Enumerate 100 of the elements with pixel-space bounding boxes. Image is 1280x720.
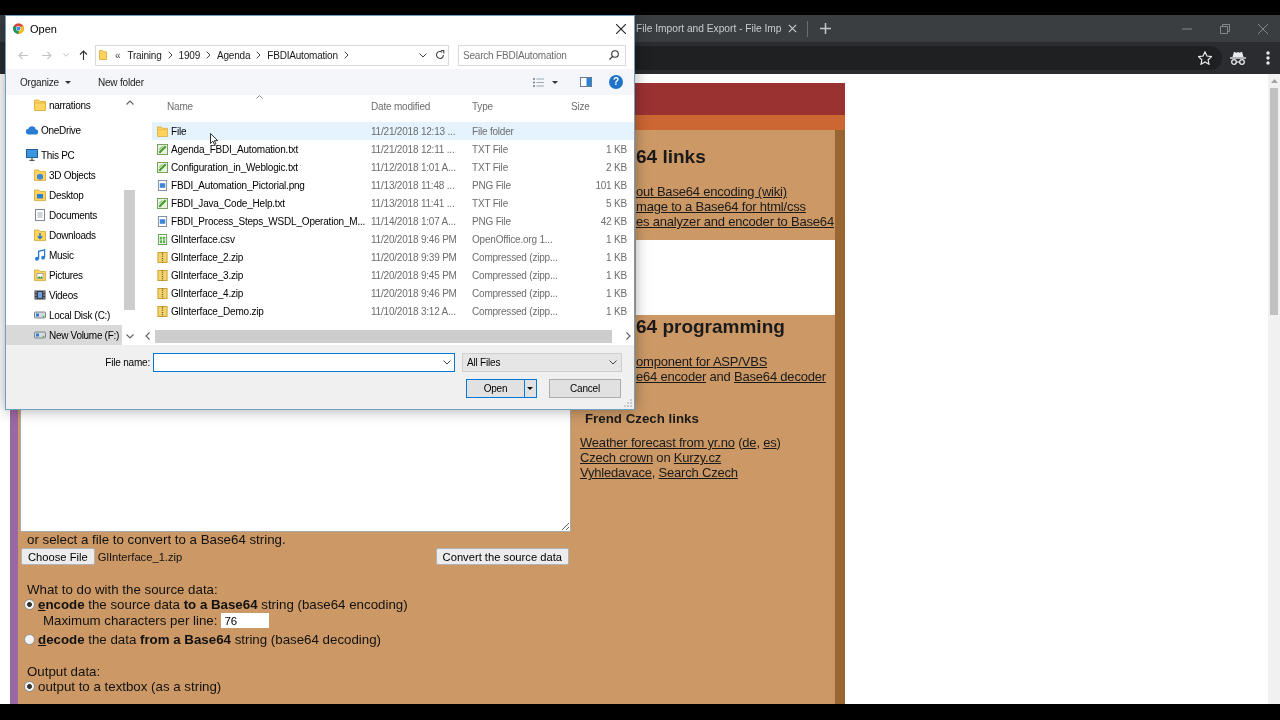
nav-item[interactable]: Local Disk (C:) [6,305,122,325]
resize-grip-icon[interactable] [624,399,632,407]
section-heading: 64 programming [636,316,786,338]
nav-item[interactable]: New Volume (F:) [6,325,122,345]
link[interactable]: Czech crown [580,450,653,465]
nav-item[interactable]: Music [6,245,122,265]
scroll-left-icon[interactable] [145,332,150,340]
chevron-down-icon[interactable] [419,52,427,58]
scrollbar-thumb[interactable] [1270,88,1278,315]
open-button[interactable]: Open [466,379,537,398]
choose-file-button[interactable]: Choose File [21,548,95,565]
link[interactable]: Vyhledavace [580,465,652,480]
file-row[interactable]: GlInterface_4.zip 11/20/2018 9:46 PM Compressed (zipp... 1 KB [152,284,634,302]
refresh-icon[interactable] [435,50,445,60]
file-row[interactable]: GlInterface_2.zip 11/20/2018 9:39 PM Compressed (zipp... 1 KB [152,248,634,266]
view-list-icon[interactable] [533,77,544,87]
star-icon[interactable] [1198,51,1212,65]
file-name: FBDI_Process_Steps_WSDL_Operation_M... [171,215,366,227]
breadcrumb-item[interactable]: Training [127,49,162,61]
address-bar[interactable]: « Training 1909 Agenda FBDIAutomation [95,44,449,66]
restore-icon[interactable] [1220,23,1230,34]
column-header[interactable]: Date modified [367,97,468,115]
link[interactable]: Search Czech [658,465,738,480]
file-row[interactable]: FBDI_Process_Steps_WSDL_Operation_M... 11/14/2018 1:07 A... PNG File 42 KB [152,212,634,230]
chevron-down-icon[interactable] [443,360,451,365]
new-folder-button[interactable]: New folder [98,76,144,88]
nav-item[interactable]: This PC [6,145,122,165]
nav-item[interactable]: Downloads [6,225,122,245]
file-row[interactable]: GlInterface_3.zip 11/20/2018 9:45 PM Compressed (zipp... 1 KB [152,266,634,284]
radio-button[interactable] [24,634,35,645]
scrollbar-thumb[interactable] [155,329,612,343]
browser-tab[interactable]: File Import and Export - File Imp [636,23,797,34]
file-row[interactable]: FBDI_Java_Code_Help.txt 11/13/2018 11:41 ... TXT File 5 KB [152,194,634,212]
chevron-right-icon[interactable] [256,51,262,59]
scroll-down-icon[interactable] [125,334,134,339]
hat-glasses-icon[interactable] [1229,51,1247,65]
section-label: Output data: [26,664,102,679]
file-row[interactable]: Agenda_FBDI_Automation.txt 11/21/2018 12:11 ... TXT File 1 KB [152,140,634,158]
close-icon[interactable] [616,23,626,34]
link[interactable]: e64 encoder [636,369,707,384]
music-note-icon [34,249,46,261]
chevron-right-icon[interactable] [206,51,211,59]
nav-item[interactable]: Pictures [6,265,122,285]
date-modified: 11/20/2018 9:45 PM [371,269,457,281]
link[interactable]: mage to a Base64 for html/css [636,199,806,214]
scrollbar[interactable] [1268,74,1280,704]
search-field[interactable]: Search FBDIAutomation [458,44,626,66]
caret-down-icon[interactable] [527,387,533,390]
convert-button[interactable]: Convert the source data [435,548,569,565]
image-file-icon [157,215,168,227]
link[interactable]: Kurzy.cz [673,450,722,465]
nav-item[interactable]: Desktop [6,185,122,205]
preview-pane-icon[interactable] [580,77,592,87]
breadcrumb-item[interactable]: 1909 [178,49,200,61]
up-arrow-icon[interactable] [79,50,88,60]
section-heading: 64 links [636,146,707,168]
file-row[interactable]: FBDI_Automation_Pictorial.png 11/13/2018 11:48 ... PNG File 101 KB [152,176,634,194]
organize-menu-button[interactable]: Organize [20,76,71,88]
radio-button[interactable] [24,681,35,692]
chevron-right-icon[interactable] [343,51,349,59]
text-file-icon [157,161,168,173]
file-type: TXT File [472,197,508,209]
link[interactable]: Base64 decoder [734,369,826,384]
help-button[interactable]: ? [609,75,623,89]
breadcrumb-item[interactable]: Agenda [217,49,251,61]
scroll-up-icon[interactable] [125,100,134,105]
file-name: GlInterface_4.zip [171,287,244,299]
scroll-right-icon[interactable] [626,332,631,340]
scrollbar-thumb[interactable] [124,190,135,310]
nav-item[interactable]: OneDrive [6,120,122,140]
file-row[interactable]: File 11/21/2018 12:13 ... File folder [152,122,634,140]
nav-item[interactable]: 3D Objects [6,165,122,185]
link[interactable]: es analyzer and encoder to Base64 [636,214,834,229]
file-row[interactable]: GlInterface.csv 11/20/2018 9:46 PM OpenOffice.org 1... 1 KB [152,230,634,248]
overflow-chevrons[interactable]: « [115,49,121,61]
nav-item[interactable]: Documents [6,205,122,225]
plus-icon[interactable] [819,23,831,34]
chevron-right-icon[interactable] [167,51,173,59]
column-header[interactable]: Type [468,97,567,115]
chevron-down-icon [609,360,617,365]
link[interactable]: omponent for ASP/VBS [636,354,768,369]
nav-item[interactable]: narrations [6,95,122,115]
radio-button[interactable] [24,599,35,610]
column-header[interactable]: Name [152,97,367,115]
file-row[interactable]: Configuration_in_Weblogic.txt 11/12/2018 1:01 A... TXT File 2 KB [152,158,634,176]
file-name-field[interactable] [153,353,455,372]
menu-icon[interactable] [1266,51,1270,65]
max-chars-field[interactable]: 76 [221,613,270,628]
breadcrumb-item[interactable]: FBDIAutomation [267,49,338,61]
cancel-button[interactable]: Cancel [549,379,621,398]
file-type-dropdown[interactable]: All Files [462,353,622,372]
file-row[interactable]: GlInterface_Demo.zip 11/10/2018 3:12 A... Compressed (zipp... 1 KB [152,302,634,320]
link[interactable]: out Base64 encoding (wiki) [636,184,787,199]
link[interactable]: es [763,435,777,450]
file-size: 1 KB [606,269,627,281]
sort-caret-icon [256,95,263,99]
drive-icon [34,309,46,321]
link[interactable]: Weather forecast from yr.no [580,435,735,450]
column-header[interactable]: Size [567,97,630,115]
nav-item[interactable]: Videos [6,285,122,305]
